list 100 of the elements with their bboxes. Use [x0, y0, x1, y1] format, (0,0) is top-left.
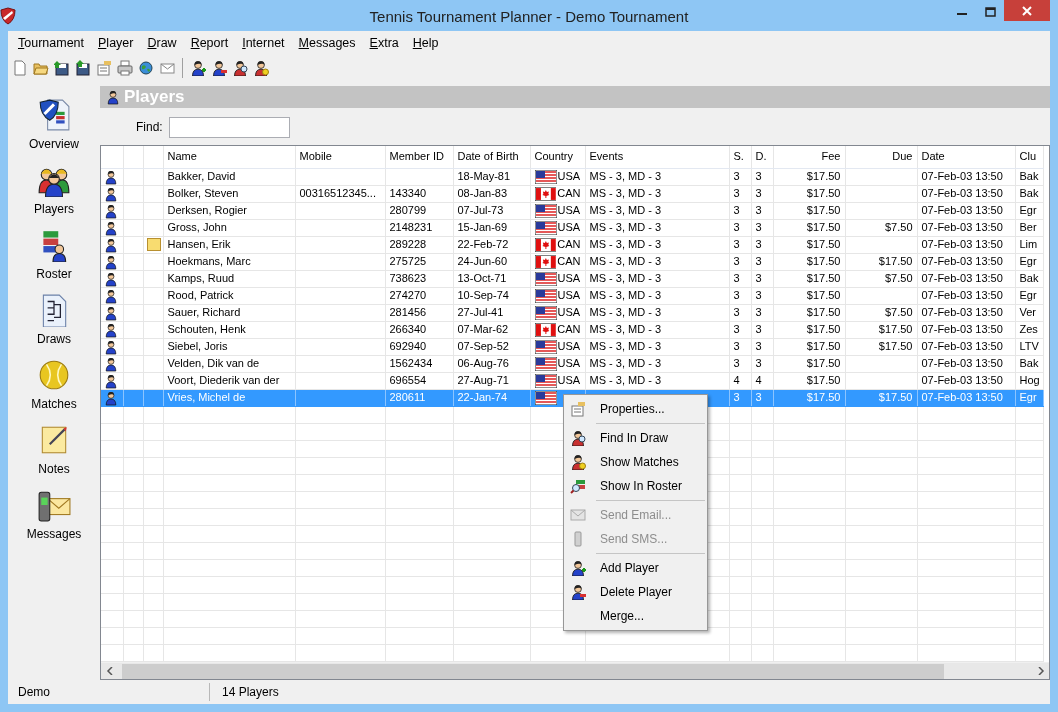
menu-item[interactable]: Show In Roster [566, 474, 705, 498]
column-header[interactable]: Due [845, 146, 917, 168]
menu-item[interactable]: Add Player [566, 556, 705, 580]
table-row[interactable]: Schouten, Henk 266340 07-Mar-62 CAN MS - 3, MD - 3 3 3 $17.50 $17.50 07-Feb-03 13:50 Zes [101, 321, 1043, 338]
table-row[interactable]: Kamps, Ruud 738623 13-Oct-71 USA MS - 3, MD - 3 3 3 $17.50 $7.50 07-Feb-03 13:50 Bak [101, 270, 1043, 287]
menu-item[interactable]: Internet [236, 34, 293, 53]
open-folder-icon[interactable] [33, 60, 49, 76]
sidebar-item[interactable]: Messages [14, 488, 94, 553]
menu-item[interactable]: Show Matches [566, 450, 705, 474]
menu-item[interactable]: Tournament [12, 34, 92, 53]
menu-item[interactable]: Delete Player [566, 580, 705, 604]
horizontal-scrollbar[interactable] [101, 662, 1049, 679]
table-row[interactable]: Voort, Diederik van der 696554 27-Aug-71 USA MS - 3, MD - 3 4 4 $17.50 07-Feb-03 13:50 Hog [101, 372, 1043, 389]
column-header[interactable]: Date of Birth [453, 146, 530, 168]
sidebar-item[interactable]: Roster [14, 228, 94, 293]
menu-item[interactable]: Find In Draw [566, 426, 705, 450]
table-row[interactable]: Hoekmans, Marc 275725 24-Jun-60 CAN MS - 3, MD - 3 3 3 $17.50 $17.50 07-Feb-03 13:50 Egr [101, 253, 1043, 270]
save-icon[interactable] [75, 60, 91, 76]
sidebar-item[interactable]: Players [14, 163, 94, 228]
status-text: 14 Players [221, 684, 279, 701]
country-text: USA [557, 373, 581, 388]
column-header[interactable]: Clu [1015, 146, 1043, 168]
menu-item[interactable]: Extra [363, 34, 407, 53]
column-header[interactable]: Fee [773, 146, 845, 168]
table-cell: Ver [1015, 304, 1043, 321]
globe-icon[interactable] [138, 60, 154, 76]
table-cell: Bak [1015, 270, 1043, 287]
column-header[interactable]: S. [729, 146, 751, 168]
table-cell: Siebel, Joris [163, 338, 295, 355]
table-row[interactable]: Bolker, Steven 00316512345... 143340 08-Jan-83 CAN MS - 3, MD - 3 3 3 $17.50 07-Feb-03 13:50 Bak [101, 185, 1043, 202]
table-cell: $17.50 [773, 321, 845, 338]
save-icon[interactable] [54, 60, 70, 76]
table-cell: $17.50 [773, 168, 845, 185]
sidebar-item[interactable]: Notes [14, 423, 94, 488]
sidebar-item[interactable]: Draws [14, 293, 94, 358]
table-cell: Bak [1015, 355, 1043, 372]
person-matches-icon[interactable] [253, 60, 269, 76]
panel-title: Players [124, 86, 185, 109]
menu-item[interactable]: Draw [141, 34, 185, 53]
country-text: USA [557, 271, 581, 286]
country-text: USA [557, 203, 581, 218]
table-row[interactable]: Sauer, Richard 281456 27-Jul-41 USA MS - 3, MD - 3 3 3 $17.50 $7.50 07-Feb-03 13:50 Ver [101, 304, 1043, 321]
country-text: CAN [557, 237, 581, 252]
table-cell: $17.50 [845, 253, 917, 270]
table-cell: 07-Feb-03 13:50 [917, 168, 1015, 185]
shield-icon [0, 6, 16, 25]
menu-item[interactable]: Merge... [566, 604, 705, 628]
menu-item[interactable]: Player [92, 34, 142, 53]
table-cell: 3 [729, 219, 751, 236]
table-cell: Egr [1015, 253, 1043, 270]
table-cell: 738623 [385, 270, 453, 287]
table-cell: $17.50 [845, 321, 917, 338]
person-icon [104, 355, 118, 371]
find-person-icon[interactable] [232, 60, 248, 76]
print-icon[interactable] [117, 60, 133, 76]
remove-person-icon[interactable] [211, 60, 227, 76]
table-row[interactable]: Hansen, Erik 289228 22-Feb-72 CAN MS - 3, MD - 3 3 3 $17.50 07-Feb-03 13:50 Lim [101, 236, 1043, 253]
table-cell: 3 [751, 202, 773, 219]
table-cell: 3 [751, 338, 773, 355]
table-cell: 3 [751, 168, 773, 185]
status-text: Demo [8, 683, 210, 701]
envelope-icon[interactable] [159, 60, 175, 76]
table-cell: 3 [751, 304, 773, 321]
menu-item[interactable]: Report [184, 34, 237, 53]
table-row[interactable]: Velden, Dik van de 1562434 06-Aug-76 USA MS - 3, MD - 3 3 3 $17.50 07-Feb-03 13:50 Bak [101, 355, 1043, 372]
new-file-icon[interactable] [12, 60, 28, 76]
column-header[interactable]: Date [917, 146, 1015, 168]
table-cell: 3 [751, 219, 773, 236]
sidebar-item[interactable]: Overview [14, 98, 94, 163]
menu-item[interactable]: Help [406, 34, 447, 53]
envelope-icon [570, 507, 586, 523]
table-cell: 4 [751, 372, 773, 389]
table-row[interactable]: Derksen, Rogier 280799 07-Jul-73 USA MS - 3, MD - 3 3 3 $17.50 07-Feb-03 13:50 Egr [101, 202, 1043, 219]
column-header[interactable]: Events [585, 146, 729, 168]
table-row[interactable]: Gross, John 2148231 15-Jan-69 USA MS - 3, MD - 3 3 3 $17.50 $7.50 07-Feb-03 13:50 Ber [101, 219, 1043, 236]
table-cell: 3 [751, 287, 773, 304]
table-row[interactable]: Siebel, Joris 692940 07-Sep-52 USA MS - 3, MD - 3 3 3 $17.50 $17.50 07-Feb-03 13:50 LTV [101, 338, 1043, 355]
column-header[interactable]: Name [163, 146, 295, 168]
table-row[interactable]: Rood, Patrick 274270 10-Sep-74 USA MS - 3, MD - 3 3 3 $17.50 07-Feb-03 13:50 Egr [101, 287, 1043, 304]
close-button[interactable] [1004, 0, 1050, 21]
scroll-thumb[interactable] [122, 663, 944, 679]
close-icon [1022, 5, 1032, 16]
table-row[interactable]: Bakker, David 18-May-81 USA MS - 3, MD - 3 3 3 $17.50 07-Feb-03 13:50 Bak [101, 168, 1043, 185]
table-cell: $17.50 [773, 219, 845, 236]
find-field[interactable] [168, 116, 290, 138]
sidebar-item[interactable]: Matches [14, 358, 94, 423]
menu-item[interactable]: Messages [292, 34, 364, 53]
table-cell: 13-Oct-71 [453, 270, 530, 287]
table-cell: $7.50 [845, 270, 917, 287]
find-person-icon [570, 430, 586, 446]
add-person-icon[interactable] [190, 60, 206, 76]
table-cell: Bak [1015, 168, 1043, 185]
table-cell: $7.50 [845, 219, 917, 236]
table-cell: Rood, Patrick [163, 287, 295, 304]
column-header[interactable]: Member ID [385, 146, 453, 168]
column-header[interactable]: D. [751, 146, 773, 168]
column-header[interactable]: Mobile [295, 146, 385, 168]
person-icon [104, 168, 118, 184]
table-cell: 07-Feb-03 13:50 [917, 202, 1015, 219]
table-cell: 07-Sep-52 [453, 338, 530, 355]
